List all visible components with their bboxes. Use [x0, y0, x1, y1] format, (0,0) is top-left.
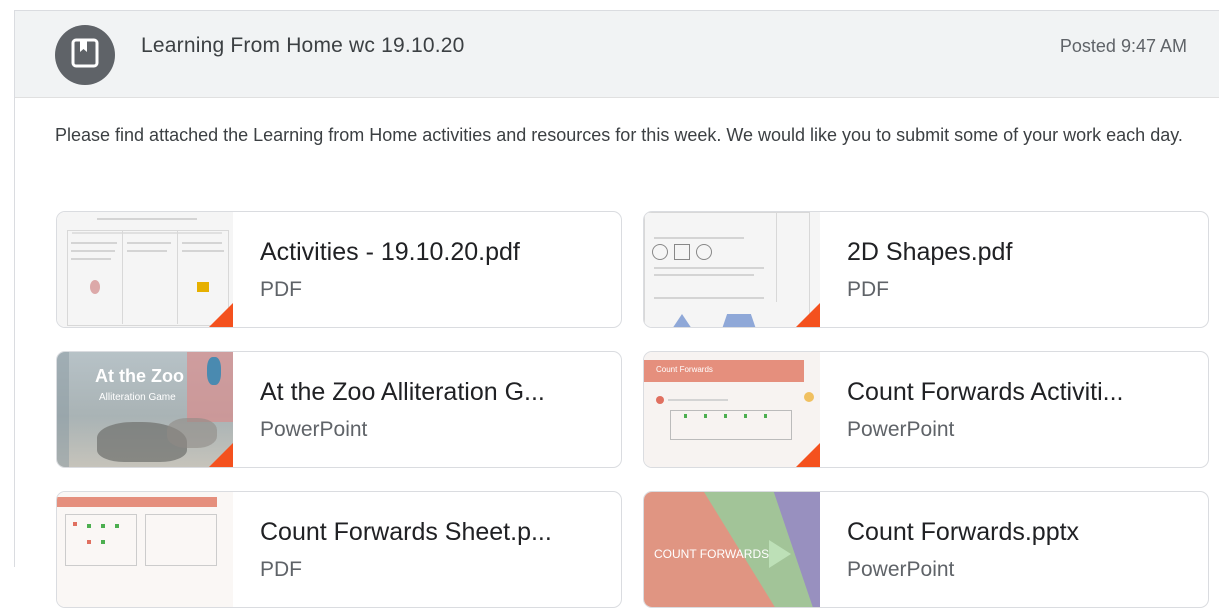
attachment-card-count-forwards-activities[interactable]: Count Forwards Count Forwards Activiti..…	[643, 351, 1209, 468]
attachment-type: PowerPoint	[260, 418, 368, 441]
slides-thumbnail: Count Forwards	[644, 352, 820, 467]
attachment-type: PDF	[260, 278, 302, 301]
pdf-file-icon	[207, 303, 233, 327]
pdf-file-icon	[794, 303, 820, 327]
attachment-name: Activities - 19.10.20.pdf	[260, 238, 520, 266]
slides-thumbnail: At the Zoo Alliteration Game	[57, 352, 233, 467]
pdf-thumbnail	[57, 212, 233, 327]
thumb-title: At the Zoo	[95, 366, 184, 386]
assignment-bookmark-icon	[71, 38, 99, 73]
attachment-card-count-forwards-pptx[interactable]: COUNT FORWARDS Count Forwards.pptx Power…	[643, 491, 1209, 608]
post-description: Please find attached the Learning from H…	[55, 125, 1183, 145]
attachment-card-at-the-zoo[interactable]: At the Zoo Alliteration Game At the Zoo …	[56, 351, 622, 468]
attachment-type: PowerPoint	[847, 558, 955, 581]
thumb-subtitle: Alliteration Game	[99, 392, 176, 403]
slides-file-icon	[207, 443, 233, 467]
attachment-card-activities-pdf[interactable]: Activities - 19.10.20.pdf PDF	[56, 211, 622, 328]
stream-post: Learning From Home wc 19.10.20 Posted 9:…	[14, 10, 1219, 608]
pdf-thumbnail	[57, 492, 233, 607]
thumb-title: Count Forwards	[656, 365, 713, 374]
attachment-name: Count Forwards Sheet.p...	[260, 518, 552, 546]
slides-thumbnail: COUNT FORWARDS	[644, 492, 820, 607]
attachment-type: PowerPoint	[847, 418, 955, 441]
attachment-name: 2D Shapes.pdf	[847, 238, 1013, 266]
posted-time: Posted 9:47 AM	[1059, 36, 1187, 56]
thumb-title: COUNT FORWARDS	[654, 547, 770, 561]
slides-file-icon	[794, 443, 820, 467]
material-avatar	[55, 25, 115, 85]
attachment-card-2d-shapes-pdf[interactable]: 2D Shapes.pdf PDF	[643, 211, 1209, 328]
attachment-type: PDF	[260, 558, 302, 581]
attachment-name: At the Zoo Alliteration G...	[260, 378, 545, 406]
attachment-name: Count Forwards Activiti...	[847, 378, 1124, 406]
post-title[interactable]: Learning From Home wc 19.10.20	[141, 34, 465, 58]
attachment-name: Count Forwards.pptx	[847, 518, 1080, 546]
attachment-type: PDF	[847, 278, 889, 301]
post-header[interactable]: Learning From Home wc 19.10.20 Posted 9:…	[15, 11, 1219, 98]
attachment-card-count-forwards-sheet[interactable]: Count Forwards Sheet.p... PDF	[56, 491, 622, 608]
pdf-thumbnail	[644, 212, 820, 327]
